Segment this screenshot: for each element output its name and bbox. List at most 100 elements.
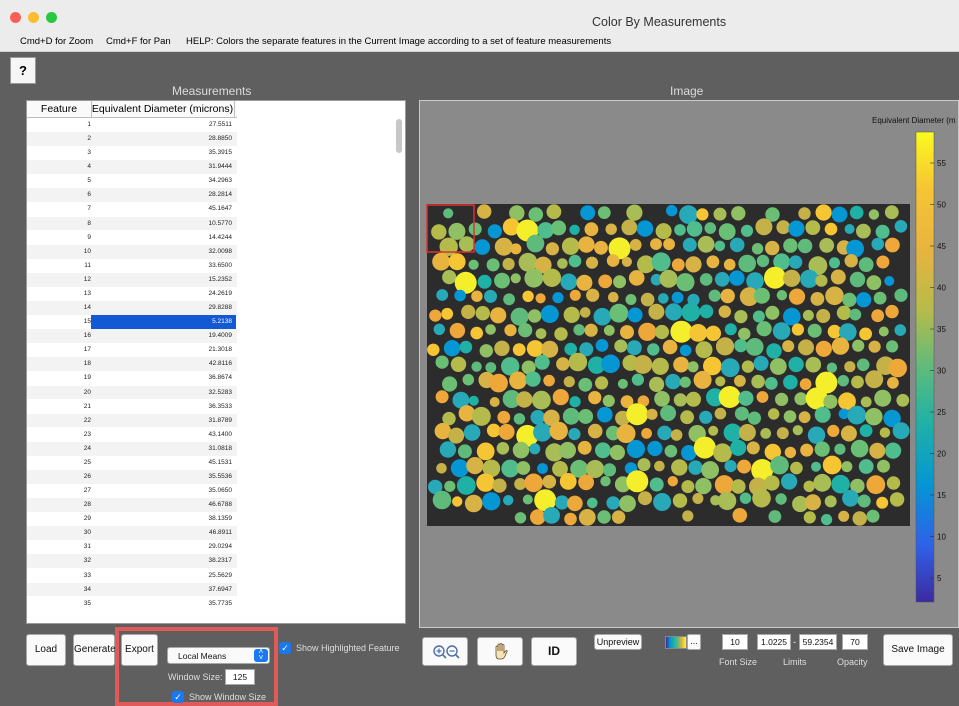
feature-blob[interactable] <box>512 343 526 356</box>
feature-blob[interactable] <box>477 274 492 289</box>
feature-blob[interactable] <box>672 493 688 508</box>
feature-blob[interactable] <box>537 463 548 474</box>
feature-blob[interactable] <box>600 476 611 487</box>
feature-blob[interactable] <box>641 428 652 439</box>
feature-blob[interactable] <box>868 340 881 353</box>
feature-blob[interactable] <box>830 269 846 285</box>
feature-blob[interactable] <box>746 272 764 290</box>
feature-blob[interactable] <box>831 206 848 223</box>
feature-blob[interactable] <box>715 376 726 387</box>
feature-blob[interactable] <box>443 340 461 357</box>
feature-blob[interactable] <box>577 440 592 455</box>
feature-blob[interactable] <box>858 257 874 272</box>
feature-blob[interactable] <box>664 444 678 458</box>
feature-blob[interactable] <box>705 325 721 341</box>
zoom-window-button[interactable] <box>46 12 57 23</box>
feature-blob[interactable] <box>628 270 645 286</box>
feature-blob[interactable] <box>625 294 637 305</box>
feature-blob[interactable] <box>450 459 469 478</box>
feature-blob[interactable] <box>587 497 598 509</box>
feature-blob[interactable] <box>609 303 629 323</box>
feature-blob[interactable] <box>894 288 908 302</box>
feature-blob[interactable] <box>640 292 655 307</box>
table-row[interactable]: 5 34.2963 <box>27 174 237 188</box>
feature-blob[interactable] <box>568 428 581 441</box>
mode-select[interactable]: Local Means ˄ ˅ <box>167 647 270 664</box>
feature-blob[interactable] <box>564 512 577 526</box>
feature-blob[interactable] <box>552 292 564 304</box>
feature-blob[interactable] <box>486 258 500 272</box>
feature-blob[interactable] <box>752 310 765 323</box>
close-window-button[interactable] <box>10 12 21 23</box>
feature-blob[interactable] <box>804 494 821 511</box>
feature-blob[interactable] <box>852 511 867 526</box>
feature-blob[interactable] <box>799 378 812 390</box>
feature-blob[interactable] <box>873 291 887 305</box>
feature-blob[interactable] <box>734 339 748 353</box>
feature-blob[interactable] <box>561 237 580 255</box>
feature-blob[interactable] <box>764 266 786 289</box>
feature-blob[interactable] <box>452 496 463 507</box>
feature-blob[interactable] <box>482 492 501 511</box>
feature-blob[interactable] <box>474 239 491 255</box>
feature-blob[interactable] <box>676 273 695 292</box>
feature-blob[interactable] <box>666 204 678 217</box>
feature-blob[interactable] <box>798 411 811 424</box>
feature-blob[interactable] <box>569 289 581 301</box>
feature-blob[interactable] <box>543 507 560 524</box>
feature-blob[interactable] <box>813 473 832 492</box>
feature-blob[interactable] <box>865 408 883 426</box>
feature-blob[interactable] <box>476 442 495 461</box>
feature-blob[interactable] <box>633 355 653 374</box>
table-row[interactable]: 6 28.2814 <box>27 188 237 203</box>
feature-blob[interactable] <box>877 459 890 473</box>
feature-blob[interactable] <box>597 510 611 524</box>
feature-blob[interactable] <box>594 240 608 255</box>
feature-blob[interactable] <box>805 356 822 373</box>
feature-blob[interactable] <box>654 391 670 407</box>
table-row[interactable]: 3 35.3915 <box>27 146 237 160</box>
feature-blob[interactable] <box>821 514 833 526</box>
feature-blob[interactable] <box>490 307 507 324</box>
table-row[interactable]: 32 38.2317 <box>27 554 237 569</box>
load-button[interactable]: Load <box>26 634 66 666</box>
feature-blob[interactable] <box>529 443 541 455</box>
feature-blob[interactable] <box>674 224 686 236</box>
feature-blob[interactable] <box>597 206 611 219</box>
feature-blob[interactable] <box>620 325 634 340</box>
feature-blob[interactable] <box>468 222 482 236</box>
feature-blob[interactable] <box>654 460 665 472</box>
table-row[interactable]: 19 36.8674 <box>27 371 237 385</box>
feature-blob[interactable] <box>849 205 864 220</box>
feature-blob[interactable] <box>874 389 892 407</box>
feature-blob[interactable] <box>766 343 782 359</box>
feature-blob[interactable] <box>431 224 447 240</box>
feature-blob[interactable] <box>496 442 510 455</box>
feature-blob[interactable] <box>651 357 669 375</box>
feature-blob[interactable] <box>732 508 748 523</box>
table-row[interactable]: 22 31.8789 <box>27 413 237 428</box>
feature-blob[interactable] <box>783 238 798 253</box>
feature-blob[interactable] <box>580 205 596 221</box>
help-button[interactable]: ? <box>10 57 36 84</box>
feature-blob[interactable] <box>605 223 617 235</box>
feature-blob[interactable] <box>888 358 907 378</box>
feature-blob[interactable] <box>593 307 612 326</box>
feature-blob[interactable] <box>526 340 544 357</box>
feature-blob[interactable] <box>765 305 780 320</box>
feature-blob[interactable] <box>720 288 735 304</box>
zoom-buttons[interactable] <box>422 637 468 666</box>
feature-blob[interactable] <box>494 340 510 356</box>
feature-blob[interactable] <box>847 405 867 425</box>
feature-blob[interactable] <box>866 275 882 290</box>
table-row[interactable]: 8 10.5770 <box>27 216 237 231</box>
feature-blob[interactable] <box>768 408 780 420</box>
feature-blob[interactable] <box>751 243 764 255</box>
feature-blob[interactable] <box>486 423 501 438</box>
feature-blob[interactable] <box>844 361 856 373</box>
feature-blob[interactable] <box>567 495 583 512</box>
feature-blob[interactable] <box>510 273 521 284</box>
feature-blob[interactable] <box>655 223 672 240</box>
feature-blob[interactable] <box>578 474 594 491</box>
feature-blob[interactable] <box>563 376 575 388</box>
